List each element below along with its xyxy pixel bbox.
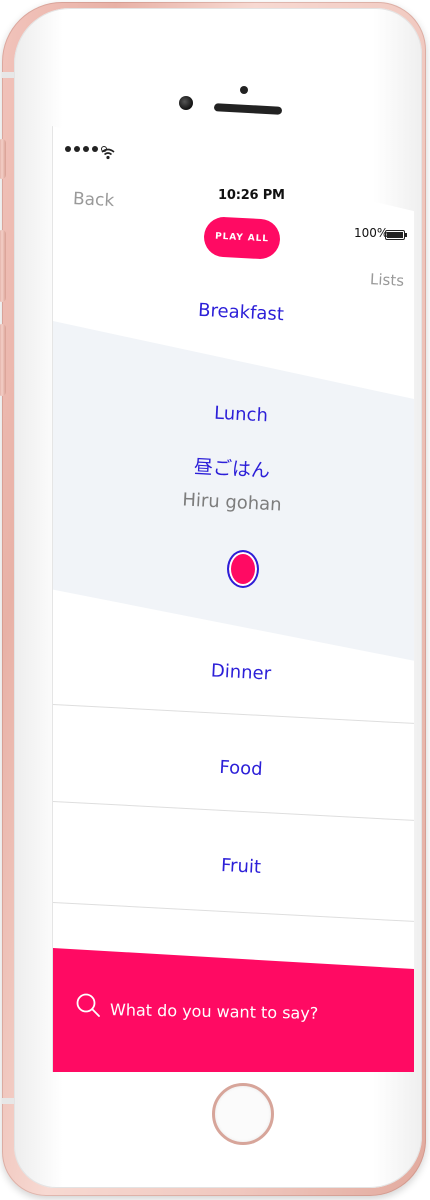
- record-button[interactable]: [227, 550, 259, 588]
- back-button[interactable]: Back: [72, 189, 114, 211]
- wifi-icon: [101, 148, 115, 160]
- status-time: 10:26 PM: [218, 188, 285, 203]
- volume-up-button: [0, 230, 6, 302]
- row-divider: [53, 902, 414, 922]
- mute-switch: [0, 139, 6, 179]
- word-item-breakfast[interactable]: Breakfast: [151, 297, 332, 327]
- battery-icon: [385, 230, 407, 240]
- word-item-food[interactable]: Food: [151, 753, 332, 783]
- row-divider: [53, 704, 414, 724]
- battery-percentage: 100%: [354, 226, 389, 240]
- phone-frame: 10:26 PM 100% Back PLAY ALL Lists Breakf…: [0, 2, 426, 1196]
- word-item-fruit[interactable]: Fruit: [151, 851, 332, 881]
- row-divider: [53, 801, 414, 821]
- app-screen: 10:26 PM 100% Back PLAY ALL Lists Breakf…: [52, 126, 414, 1072]
- expanded-word-panel: [53, 321, 414, 661]
- front-camera-icon: [179, 96, 193, 110]
- search-input[interactable]: What do you want to say?: [110, 1000, 319, 1023]
- word-item-dinner[interactable]: Dinner: [151, 657, 332, 687]
- search-icon: [76, 993, 100, 1017]
- volume-down-button: [0, 324, 6, 396]
- sensor-icon: [240, 86, 248, 94]
- play-all-button[interactable]: PLAY ALL: [203, 216, 281, 260]
- lists-button[interactable]: Lists: [370, 270, 405, 290]
- home-button[interactable]: [212, 1083, 274, 1145]
